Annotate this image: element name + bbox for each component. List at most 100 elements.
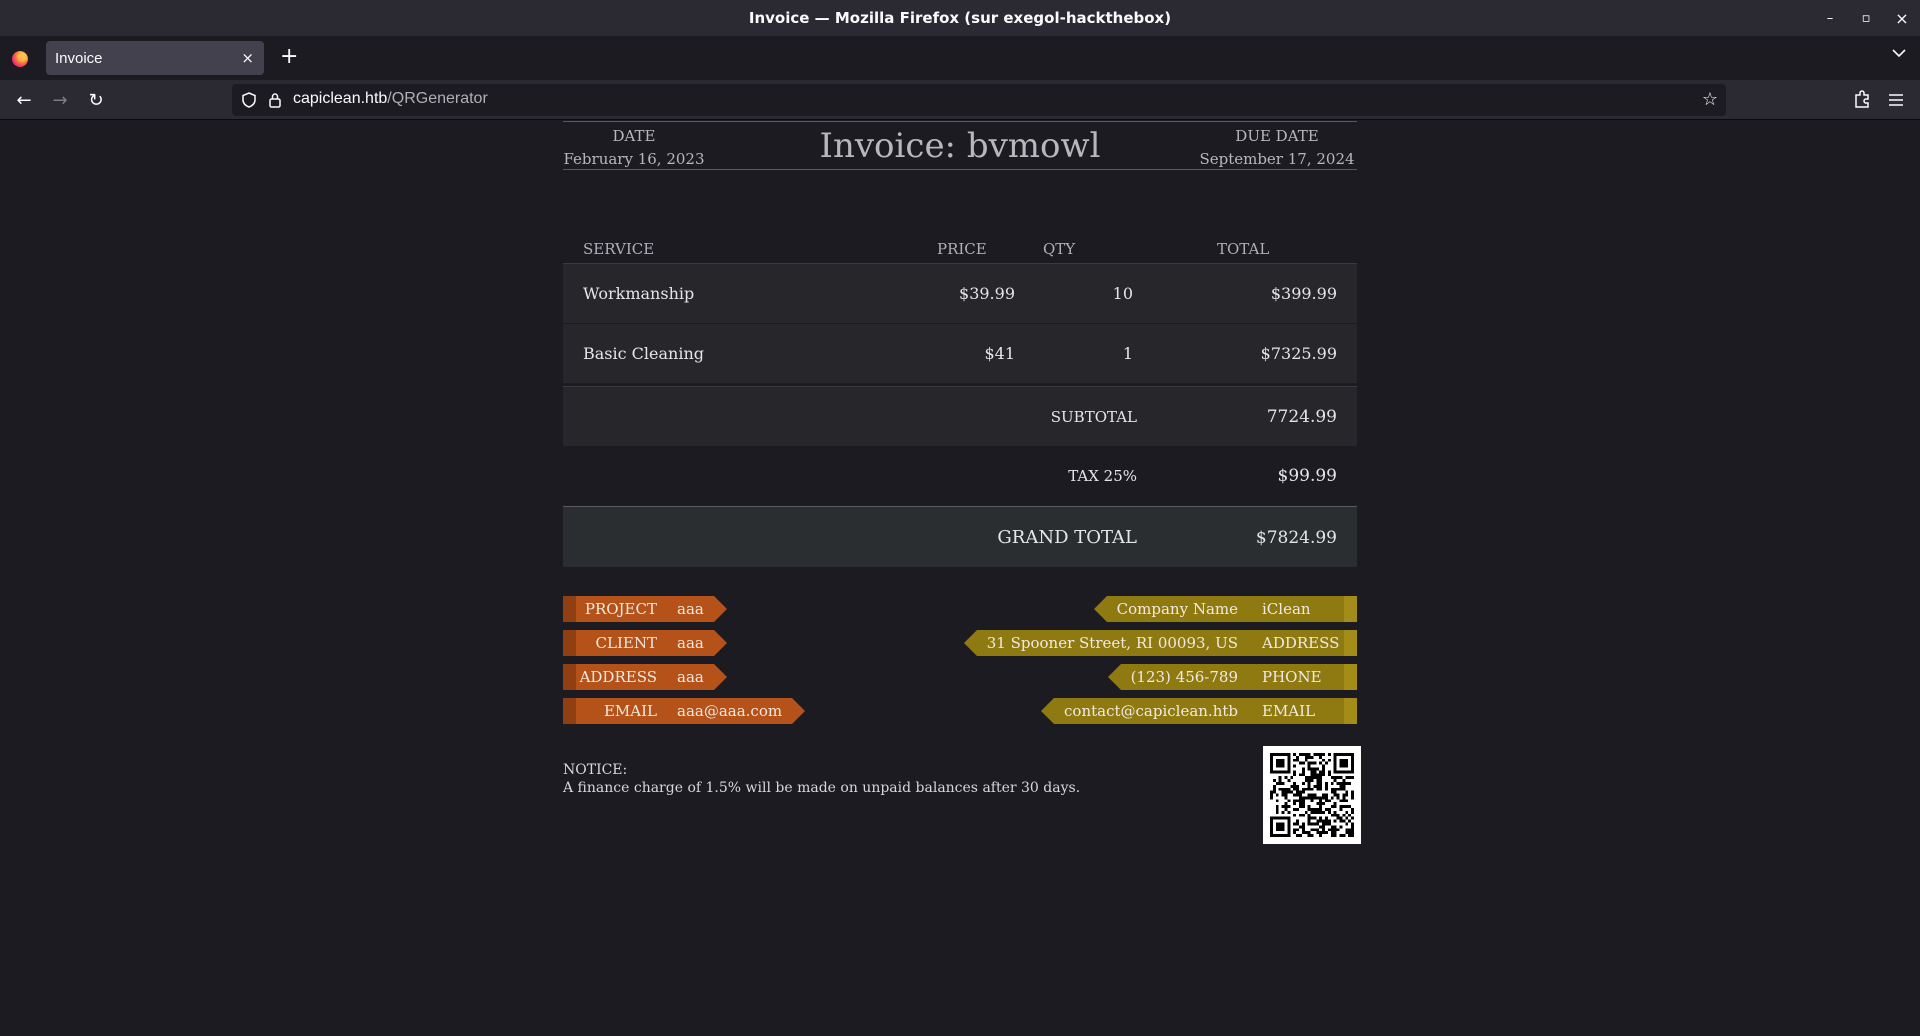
invoice-header: DATE February 16, 2023 Invoice: bvmowl D… <box>563 121 1357 170</box>
qr-code-icon <box>1263 746 1361 844</box>
grand-total-value: $7824.99 <box>1255 527 1337 548</box>
date-value: February 16, 2023 <box>563 150 705 168</box>
client-field-value: aaa <box>677 668 704 686</box>
extensions-icon[interactable] <box>1850 88 1874 112</box>
subtotal-row: SUBTOTAL 7724.99 <box>563 386 1357 446</box>
company-ribbon-address: 31 Spooner Street, RI 00093, US ADDRESS <box>963 630 1357 656</box>
column-header-price: PRICE <box>913 235 1023 264</box>
item-qty: 10 <box>1023 263 1133 324</box>
client-field-value: aaa <box>677 634 704 652</box>
forward-button[interactable]: → <box>48 88 72 112</box>
client-ribbon-email: EMAIL aaa@aaa.com <box>563 698 806 724</box>
item-service: Workmanship <box>563 263 913 324</box>
tab-invoice[interactable]: Invoice × <box>46 41 264 75</box>
ribbon-tail <box>563 698 576 724</box>
client-field-key: CLIENT <box>595 634 657 652</box>
url-text: capiclean.htb/QRGenerator <box>293 90 488 108</box>
ribbon-body: Company Name iClean <box>1106 596 1344 622</box>
client-field-key: PROJECT <box>584 600 657 618</box>
table-row: Workmanship $39.99 10 $399.99 <box>563 263 1357 324</box>
ribbon-body: EMAIL aaa@aaa.com <box>576 698 793 724</box>
item-total: $399.99 <box>1133 263 1357 324</box>
item-qty: 1 <box>1023 323 1133 384</box>
notice-title: NOTICE: <box>563 762 628 778</box>
tab-strip: Invoice × + <box>0 36 1920 80</box>
ribbon-arrow <box>1041 698 1055 724</box>
company-ribbon-email: contact@capiclean.htb EMAIL <box>1041 698 1357 724</box>
notice: NOTICE: A finance charge of 1.5% will be… <box>563 761 1163 797</box>
maximize-button[interactable]: ▫ <box>1848 0 1884 36</box>
ribbon-arrow <box>963 630 977 656</box>
due-date-label: DUE DATE <box>1235 127 1319 145</box>
client-ribbon-client: CLIENT aaa <box>563 630 727 656</box>
ribbon-tail <box>1344 664 1357 690</box>
item-service: Basic Cleaning <box>563 323 913 384</box>
company-field-value: contact@capiclean.htb <box>1064 702 1238 720</box>
tax-value: $99.99 <box>1277 466 1337 486</box>
company-field-key: EMAIL <box>1262 702 1316 720</box>
ribbon-tail <box>563 630 576 656</box>
ribbon-tail <box>1344 698 1357 724</box>
ribbon-tail <box>1344 596 1357 622</box>
ribbon-arrow <box>1107 664 1121 690</box>
page-content: DATE February 16, 2023 Invoice: bvmowl D… <box>0 121 1920 1036</box>
ribbon-body: ADDRESS aaa <box>576 664 714 690</box>
company-ribbon-name: Company Name iClean <box>1093 596 1357 622</box>
column-header-total: TOTAL <box>1133 235 1357 264</box>
url-bar[interactable]: capiclean.htb/QRGenerator ☆ <box>232 84 1726 116</box>
ribbon-body: contact@capiclean.htb EMAIL <box>1054 698 1344 724</box>
url-host: capiclean.htb <box>293 90 388 107</box>
client-field-value: aaa@aaa.com <box>677 702 783 720</box>
reload-button[interactable]: ↻ <box>84 88 108 112</box>
tab-close-icon[interactable]: × <box>241 49 254 67</box>
ribbon-body: 31 Spooner Street, RI 00093, US ADDRESS <box>976 630 1344 656</box>
invoice-items-table: SERVICE PRICE QTY TOTAL Workmanship $39.… <box>563 235 1357 384</box>
subtotal-value: 7724.99 <box>1266 407 1337 427</box>
ribbon-tail <box>563 596 576 622</box>
company-field-value: 31 Spooner Street, RI 00093, US <box>986 634 1238 652</box>
ribbon-body: PROJECT aaa <box>576 596 714 622</box>
column-header-qty: QTY <box>1023 235 1133 264</box>
minimize-button[interactable]: – <box>1812 0 1848 36</box>
grand-total-row: GRAND TOTAL $7824.99 <box>563 506 1357 567</box>
company-field-value: (123) 456-789 <box>1130 668 1238 686</box>
ribbon-arrow <box>1093 596 1107 622</box>
tab-label: Invoice <box>55 49 103 67</box>
column-header-service: SERVICE <box>563 235 913 264</box>
shield-icon[interactable] <box>242 92 256 108</box>
ribbon-tail <box>1344 630 1357 656</box>
lock-icon[interactable] <box>268 92 282 108</box>
due-date-value: September 17, 2024 <box>1199 150 1355 168</box>
window-title: Invoice — Mozilla Firefox (sur exegol-ha… <box>748 9 1172 27</box>
ribbon-arrow <box>713 630 727 656</box>
list-all-tabs-button[interactable] <box>1892 46 1906 62</box>
item-total: $7325.99 <box>1133 323 1357 384</box>
company-field-key: iClean <box>1262 600 1311 618</box>
tax-label: TAX 25% <box>1068 467 1137 485</box>
star-icon[interactable]: ☆ <box>1702 89 1718 110</box>
company-field-key: ADDRESS <box>1262 634 1340 652</box>
client-field-key: ADDRESS <box>579 668 657 686</box>
new-tab-button[interactable]: + <box>280 45 298 69</box>
ribbon-arrow <box>713 664 727 690</box>
ribbon-body: CLIENT aaa <box>576 630 714 656</box>
back-button[interactable]: ← <box>12 88 36 112</box>
ribbon-body: (123) 456-789 PHONE <box>1120 664 1344 690</box>
company-field-value: Company Name <box>1116 600 1238 618</box>
subtotal-label: SUBTOTAL <box>1050 408 1137 426</box>
date-block: DATE February 16, 2023 <box>563 125 705 171</box>
firefox-logo-icon <box>12 51 28 67</box>
hamburger-menu-icon[interactable] <box>1884 88 1908 112</box>
client-field-value: aaa <box>677 600 704 618</box>
client-ribbon-project: PROJECT aaa <box>563 596 727 622</box>
navigation-toolbar: ← → ↻ capiclean.htb/QRGenerator ☆ <box>0 80 1920 120</box>
ribbon-arrow <box>792 698 806 724</box>
close-window-button[interactable]: × <box>1884 0 1920 36</box>
date-label: DATE <box>612 127 656 145</box>
client-field-key: EMAIL <box>603 702 657 720</box>
company-field-key: PHONE <box>1262 668 1322 686</box>
tax-row: TAX 25% $99.99 <box>563 446 1357 506</box>
item-price: $41 <box>913 323 1023 384</box>
window-titlebar: Invoice — Mozilla Firefox (sur exegol-ha… <box>0 0 1920 36</box>
ribbon-tail <box>563 664 576 690</box>
